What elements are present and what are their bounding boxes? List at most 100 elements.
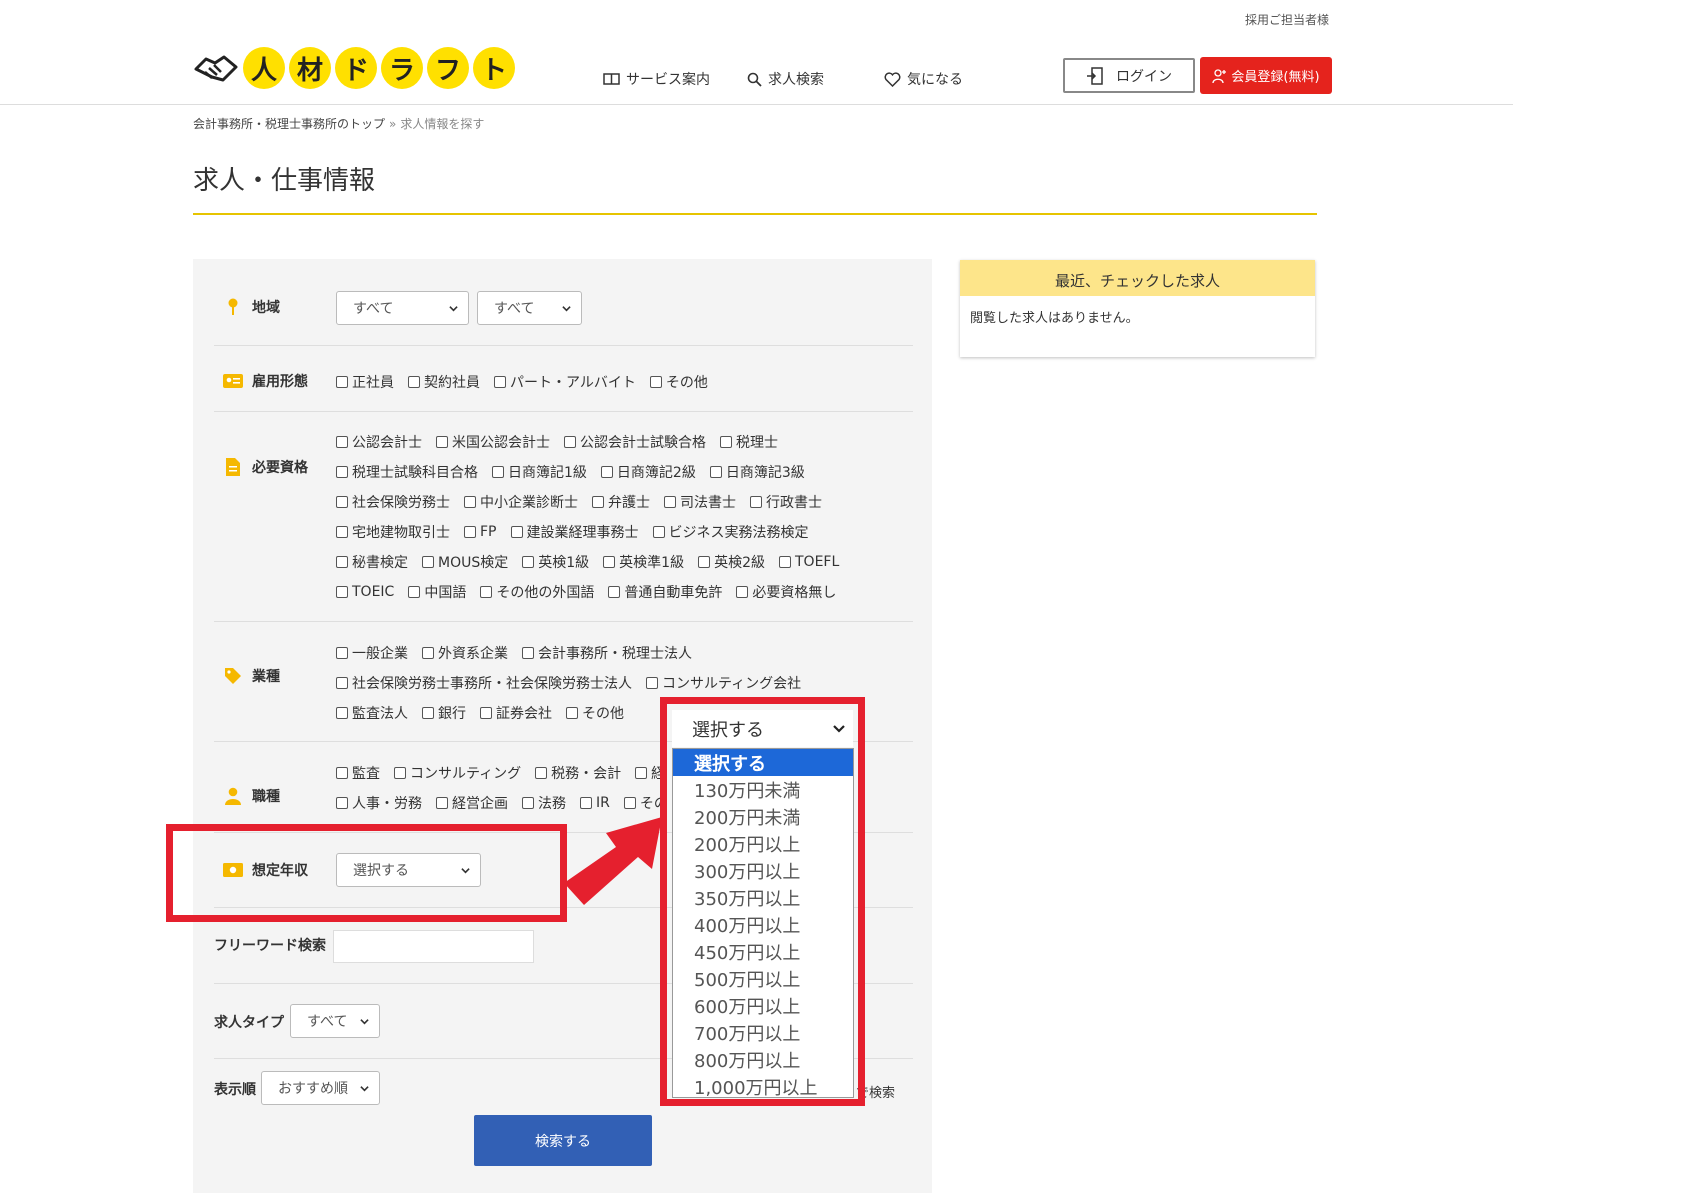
employer-link[interactable]: 採用ご担当者様 bbox=[1245, 11, 1329, 28]
region-prefecture-select[interactable]: すべて bbox=[336, 291, 469, 325]
checkbox-option[interactable]: 必要資格無し bbox=[736, 582, 836, 602]
checkbox-option[interactable]: 建設業経理事務士 bbox=[510, 522, 639, 542]
checkbox[interactable] bbox=[464, 496, 476, 508]
region-city-select[interactable]: すべて bbox=[477, 291, 582, 325]
dropdown-option[interactable]: 500万円以上 bbox=[673, 965, 853, 992]
checkbox-option[interactable]: 中国語 bbox=[408, 582, 466, 602]
job-type-select[interactable]: すべて bbox=[290, 1004, 380, 1038]
checkbox-option[interactable]: 日商簿記3級 bbox=[709, 462, 805, 482]
checkbox[interactable] bbox=[336, 556, 348, 568]
dropdown-option[interactable]: 1,000万円以上 bbox=[673, 1073, 853, 1100]
checkbox[interactable] bbox=[522, 556, 535, 568]
nav-search[interactable]: 求人検索 bbox=[747, 69, 824, 89]
checkbox[interactable] bbox=[603, 556, 616, 568]
checkbox[interactable] bbox=[336, 647, 348, 659]
dropdown-option[interactable]: 350万円以上 bbox=[673, 884, 853, 911]
checkbox-option[interactable]: 弁護士 bbox=[592, 492, 650, 512]
checkbox[interactable] bbox=[535, 767, 548, 779]
login-button[interactable]: ログイン bbox=[1063, 58, 1195, 93]
checkbox[interactable] bbox=[750, 496, 762, 508]
checkbox-option[interactable]: 司法書士 bbox=[664, 492, 736, 512]
checkbox[interactable] bbox=[635, 767, 648, 779]
checkbox-option[interactable]: 銀行 bbox=[422, 703, 466, 723]
dropdown-option[interactable]: 300万円以上 bbox=[673, 857, 853, 884]
checkbox[interactable] bbox=[652, 526, 665, 538]
checkbox[interactable] bbox=[649, 376, 662, 388]
checkbox-option[interactable]: 税理士試験科目合格 bbox=[336, 462, 478, 482]
checkbox[interactable] bbox=[464, 526, 476, 538]
checkbox[interactable] bbox=[480, 707, 492, 719]
checkbox[interactable] bbox=[436, 797, 448, 809]
checkbox-option[interactable]: 契約社員 bbox=[408, 372, 480, 392]
checkbox-option[interactable]: 人事・労務 bbox=[336, 793, 422, 813]
dropdown-option[interactable]: 選択する bbox=[673, 749, 853, 776]
checkbox[interactable] bbox=[336, 707, 348, 719]
checkbox[interactable] bbox=[779, 556, 791, 568]
checkbox-option[interactable]: 一般企業 bbox=[336, 643, 408, 663]
breadcrumb-home[interactable]: 会計事務所・税理士事務所のトップ bbox=[193, 117, 385, 131]
site-logo[interactable]: 人材ドラフト bbox=[193, 47, 515, 89]
checkbox-option[interactable]: ビジネス実務法務検定 bbox=[652, 522, 809, 542]
checkbox-option[interactable]: 中小企業診断士 bbox=[464, 492, 578, 512]
checkbox[interactable] bbox=[664, 496, 676, 508]
checkbox[interactable] bbox=[336, 797, 348, 809]
checkbox[interactable] bbox=[564, 436, 576, 448]
checkbox[interactable] bbox=[646, 677, 658, 689]
checkbox[interactable] bbox=[720, 436, 732, 448]
checkbox[interactable] bbox=[422, 647, 434, 659]
checkbox-option[interactable]: FP bbox=[464, 524, 497, 540]
checkbox[interactable] bbox=[600, 466, 613, 478]
checkbox[interactable] bbox=[336, 376, 348, 388]
checkbox-option[interactable]: 行政書士 bbox=[750, 492, 822, 512]
checkbox[interactable] bbox=[480, 586, 493, 598]
checkbox-option[interactable]: 英検2級 bbox=[698, 552, 765, 572]
checkbox[interactable] bbox=[408, 586, 421, 598]
nav-service[interactable]: サービス案内 bbox=[603, 69, 710, 89]
checkbox-option[interactable]: 米国公認会計士 bbox=[436, 432, 550, 452]
checkbox[interactable] bbox=[592, 496, 604, 508]
dropdown-option[interactable]: 600万円以上 bbox=[673, 992, 853, 1019]
checkbox-option[interactable]: 社会保険労務士 bbox=[336, 492, 450, 512]
checkbox[interactable] bbox=[336, 767, 348, 779]
checkbox-option[interactable]: 宅地建物取引士 bbox=[336, 522, 450, 542]
checkbox[interactable] bbox=[336, 466, 348, 478]
dropdown-option[interactable]: 200万円以上 bbox=[673, 830, 853, 857]
dropdown-option[interactable]: 700万円以上 bbox=[673, 1019, 853, 1046]
checkbox[interactable] bbox=[566, 707, 578, 719]
checkbox[interactable] bbox=[422, 707, 434, 719]
checkbox-option[interactable]: TOEIC bbox=[336, 584, 394, 600]
checkbox-option[interactable]: 普通自動車免許 bbox=[608, 582, 722, 602]
checkbox-option[interactable]: 税務・会計 bbox=[535, 763, 621, 783]
checkbox[interactable] bbox=[698, 556, 711, 568]
dropdown-option[interactable]: 400万円以上 bbox=[673, 911, 853, 938]
checkbox-option[interactable]: コンサルティング bbox=[394, 763, 521, 783]
dropdown-option[interactable]: 200万円未満 bbox=[673, 803, 853, 830]
register-button[interactable]: 会員登録(無料) bbox=[1200, 57, 1332, 94]
checkbox-option[interactable]: TOEFL bbox=[779, 554, 839, 570]
checkbox[interactable] bbox=[709, 466, 722, 478]
checkbox-option[interactable]: 経営企画 bbox=[436, 793, 508, 813]
checkbox-option[interactable]: 公認会計士試験合格 bbox=[564, 432, 706, 452]
search-submit-button[interactable]: 検索する bbox=[474, 1115, 652, 1166]
dropdown-option[interactable]: 450万円以上 bbox=[673, 938, 853, 965]
checkbox[interactable] bbox=[510, 526, 523, 538]
checkbox-option[interactable]: 日商簿記1級 bbox=[492, 462, 587, 482]
checkbox[interactable] bbox=[522, 797, 534, 809]
salary-dropdown-select[interactable]: 選択する bbox=[672, 710, 853, 747]
checkbox-option[interactable]: 社会保険労務士事務所・社会保険労務士法人 bbox=[336, 673, 632, 693]
checkbox-option[interactable]: 日商簿記2級 bbox=[600, 462, 696, 482]
checkbox-option[interactable]: その他 bbox=[649, 372, 708, 392]
checkbox-option[interactable]: 監査 bbox=[336, 763, 380, 783]
checkbox-option[interactable]: パート・アルバイト bbox=[494, 372, 636, 392]
dropdown-option[interactable]: 130万円未満 bbox=[673, 776, 853, 803]
checkbox[interactable] bbox=[336, 436, 348, 448]
checkbox[interactable] bbox=[336, 677, 348, 689]
checkbox-option[interactable]: 英検準1級 bbox=[603, 552, 684, 572]
checkbox[interactable] bbox=[336, 496, 348, 508]
checkbox[interactable] bbox=[608, 586, 621, 598]
checkbox-option[interactable]: 税理士 bbox=[720, 432, 778, 452]
checkbox-option[interactable]: その他 bbox=[566, 703, 624, 723]
checkbox[interactable] bbox=[436, 436, 448, 448]
checkbox-option[interactable]: 監査法人 bbox=[336, 703, 408, 723]
order-select[interactable]: おすすめ順 bbox=[261, 1071, 380, 1105]
